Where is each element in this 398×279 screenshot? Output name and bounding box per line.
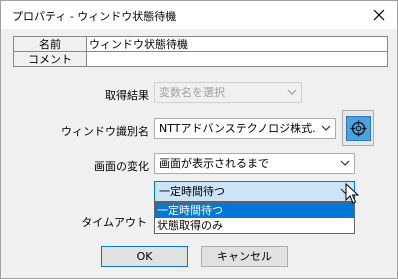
comment-value[interactable] — [86, 51, 388, 67]
ok-button[interactable]: OK — [101, 246, 188, 267]
window-target-icon — [345, 115, 371, 141]
chevron-down-icon — [340, 160, 350, 166]
title-bar: プロパティ - ウィンドウ状態待機 — [1, 1, 397, 29]
table-row: 名前 ウィンドウ状態待機 — [13, 36, 388, 52]
window-id-select[interactable]: NTTアドバンステクノロジ株式... — [154, 118, 336, 139]
dropdown-option-status-only[interactable]: 状態取得のみ — [155, 218, 354, 233]
mouse-pointer-icon — [345, 183, 359, 204]
screen-change-select[interactable]: 画面が表示されるまで — [154, 153, 355, 174]
chevron-down-icon — [321, 125, 331, 131]
timeout-label: タイムアウト — [81, 216, 147, 229]
cancel-button[interactable]: キャンセル — [201, 246, 288, 267]
name-value[interactable]: ウィンドウ状態待機 — [86, 36, 388, 52]
properties-dialog: プロパティ - ウィンドウ状態待機 名前 ウィンドウ状態待機 コメント 取得結果… — [0, 0, 398, 279]
wait-mode-value: 一定時間待つ — [159, 185, 225, 198]
table-row: コメント — [13, 51, 388, 67]
window-title: プロパティ - ウィンドウ状態待機 — [12, 10, 177, 23]
window-target-button[interactable] — [342, 110, 374, 146]
info-table: 名前 ウィンドウ状態待機 コメント — [13, 36, 388, 67]
window-id-value: NTTアドバンステクノロジ株式... — [159, 122, 317, 135]
comment-key: コメント — [13, 51, 87, 67]
acquire-result-value: 変数名を選択 — [159, 86, 225, 99]
screen-change-value: 画面が表示されるまで — [159, 157, 269, 170]
close-button[interactable] — [361, 1, 397, 29]
screen-change-label: 画面の変化 — [94, 160, 149, 173]
wait-mode-dropdown-list: 一定時間待つ 状態取得のみ — [154, 202, 355, 234]
chevron-down-icon — [287, 89, 297, 95]
acquire-result-label: 取得結果 — [105, 89, 149, 102]
name-key: 名前 — [13, 36, 87, 52]
wait-mode-select[interactable]: 一定時間待つ — [154, 181, 355, 202]
acquire-result-select: 変数名を選択 — [154, 82, 302, 103]
close-icon — [373, 9, 385, 21]
dropdown-option-wait-fixed[interactable]: 一定時間待つ — [155, 203, 354, 218]
window-id-label: ウィンドウ識別名 — [61, 125, 149, 138]
